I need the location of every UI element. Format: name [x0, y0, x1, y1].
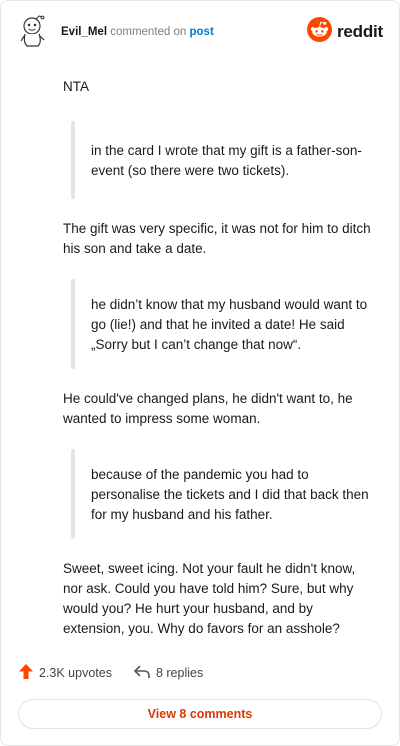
reply-arrow-icon — [134, 664, 150, 682]
view-comments-button[interactable]: View 8 comments — [18, 699, 382, 729]
comment-paragraph: The gift was very specific, it was not f… — [63, 221, 371, 256]
action-text: commented on — [107, 26, 190, 38]
upvote-count: 2.3K upvotes — [39, 666, 112, 680]
reddit-logo[interactable]: reddit — [306, 17, 383, 47]
blockquote: he didn’t know that my husband would wan… — [71, 277, 373, 371]
upvote-arrow-icon — [19, 664, 33, 682]
reply-count: 8 replies — [155, 666, 204, 680]
comment-card: Evil_Mel commented on post reddit NTA in… — [0, 0, 400, 746]
replies-button[interactable]: 8 replies — [134, 664, 204, 682]
comment-paragraph: He could've changed plans, he didn't wan… — [63, 391, 353, 426]
brand-wordmark: reddit — [336, 22, 383, 41]
comment-meta: Evil_Mel commented on post — [61, 26, 214, 38]
comment-actions: 2.3K upvotes 8 replies — [19, 663, 225, 683]
snoo-avatar-icon[interactable] — [19, 15, 49, 49]
comment-body: NTA in the card I wrote that my gift is … — [63, 77, 373, 657]
comment-header: Evil_Mel commented on post reddit — [19, 13, 383, 57]
blockquote: because of the pandemic you had to perso… — [71, 447, 373, 541]
comment-paragraph: Sweet, sweet icing. Not your fault he di… — [63, 561, 356, 636]
reddit-logo-icon — [306, 17, 332, 47]
username-link[interactable]: Evil_Mel — [61, 26, 107, 38]
post-link[interactable]: post — [190, 26, 214, 38]
comment-paragraph: NTA — [63, 79, 89, 94]
blockquote: in the card I wrote that my gift is a fa… — [71, 119, 373, 201]
upvote-button[interactable]: 2.3K upvotes — [19, 664, 112, 682]
